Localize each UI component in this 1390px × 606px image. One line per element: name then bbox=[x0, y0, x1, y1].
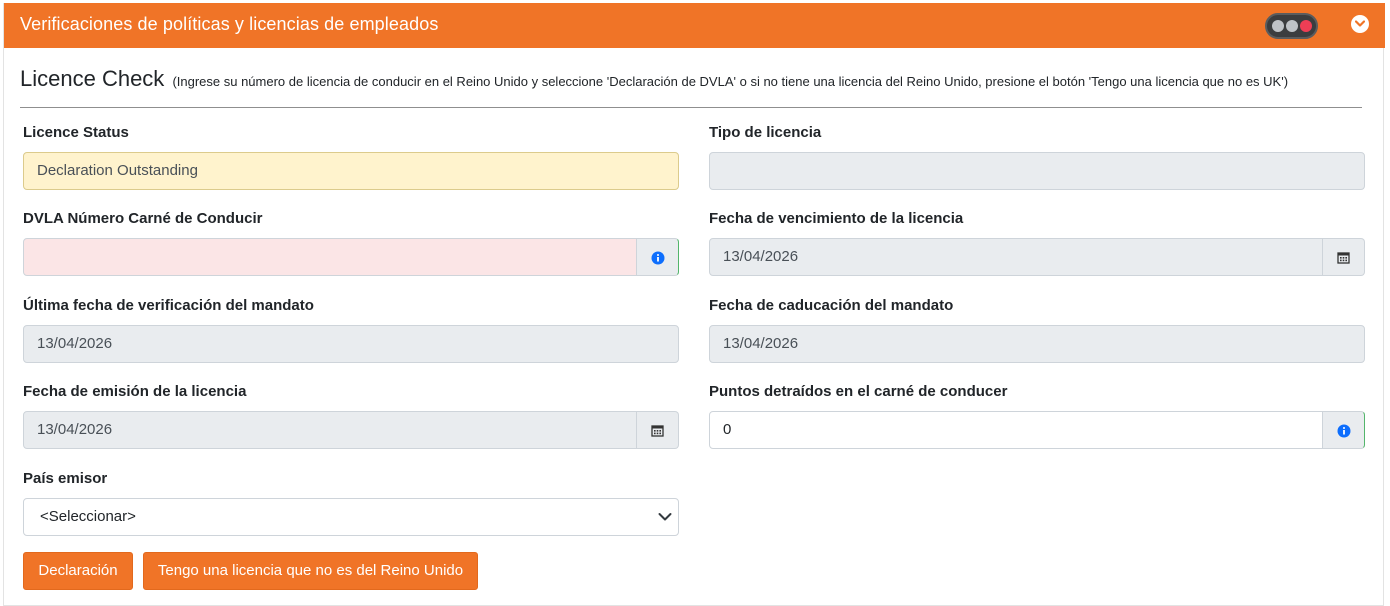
issuing-country-label: País emisor bbox=[23, 470, 108, 487]
info-icon bbox=[1337, 424, 1351, 438]
mandate-expiry-field: 13/04/2026 bbox=[709, 325, 1365, 363]
licence-status-label: Licence Status bbox=[23, 124, 129, 141]
last-mandate-check-label: Última fecha de verificación del mandato bbox=[23, 297, 314, 314]
licence-type-label: Tipo de licencia bbox=[709, 124, 822, 141]
chevron-down-icon bbox=[1355, 20, 1365, 27]
licence-type-field bbox=[709, 152, 1365, 190]
panel-header[interactable]: Verificaciones de políticas y licencias … bbox=[4, 3, 1385, 48]
penalty-points-input[interactable]: 0 bbox=[709, 411, 1323, 449]
collapse-button[interactable] bbox=[1351, 15, 1369, 33]
penalty-points-label: Puntos detraídos en el carné de conducer bbox=[709, 383, 1008, 400]
traffic-light-dot-off bbox=[1286, 20, 1298, 32]
info-icon bbox=[651, 251, 665, 265]
calendar-icon bbox=[651, 425, 664, 437]
traffic-light-dot-off bbox=[1272, 20, 1284, 32]
calendar-icon bbox=[1337, 252, 1350, 264]
declaration-button[interactable]: Declaración bbox=[23, 552, 133, 590]
last-mandate-check-field: 13/04/2026 bbox=[23, 325, 679, 363]
issuing-country-selected: <Seleccionar> bbox=[40, 508, 136, 525]
licence-issue-calendar-button[interactable] bbox=[637, 411, 679, 449]
chevron-down-icon bbox=[658, 513, 672, 521]
licence-expiry-calendar-button[interactable] bbox=[1323, 238, 1365, 276]
mandate-expiry-label: Fecha de caducación del mandato bbox=[709, 297, 954, 314]
issuing-country-select[interactable]: <Seleccionar> bbox=[23, 498, 679, 536]
dvla-info-button[interactable] bbox=[637, 238, 679, 276]
section-title: Licence Check bbox=[20, 66, 165, 91]
section-hint: (Ingrese su número de licencia de conduc… bbox=[172, 74, 1289, 89]
panel-title: Verificaciones de políticas y licencias … bbox=[20, 14, 439, 34]
licence-issue-field: 13/04/2026 bbox=[23, 411, 637, 449]
section-heading: Licence Check (Ingrese su número de lice… bbox=[20, 66, 1288, 92]
dvla-number-label: DVLA Número Carné de Conducir bbox=[23, 210, 263, 227]
licence-status-field: Declaration Outstanding bbox=[23, 152, 679, 190]
licence-expiry-field: 13/04/2026 bbox=[709, 238, 1323, 276]
traffic-light-icon bbox=[1265, 13, 1318, 39]
traffic-light-dot-red bbox=[1300, 20, 1312, 32]
divider bbox=[20, 107, 1362, 108]
licence-expiry-label: Fecha de vencimiento de la licencia bbox=[709, 210, 964, 227]
non-uk-licence-button[interactable]: Tengo una licencia que no es del Reino U… bbox=[143, 552, 478, 590]
dvla-number-input[interactable] bbox=[23, 238, 637, 276]
licence-issue-label: Fecha de emisión de la licencia bbox=[23, 383, 247, 400]
penalty-points-info-button[interactable] bbox=[1323, 411, 1365, 449]
